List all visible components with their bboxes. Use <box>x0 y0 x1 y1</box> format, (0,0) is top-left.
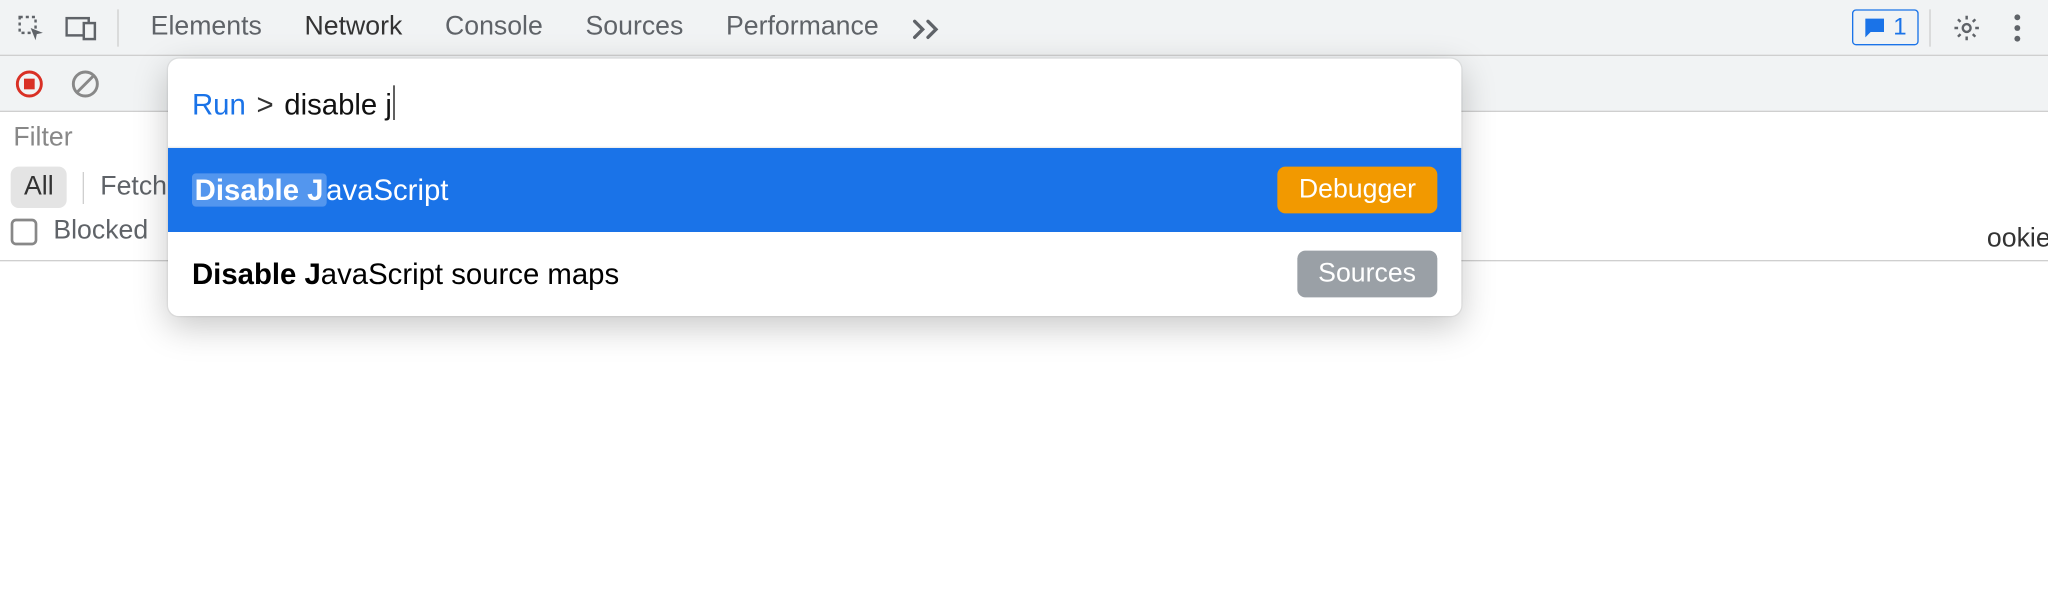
result-title: Disable JavaScript <box>192 173 448 208</box>
divider <box>83 171 84 203</box>
devtools-tabstrip: Elements Network Console Sources Perform… <box>0 0 2048 56</box>
issues-count: 1 <box>1893 13 1906 41</box>
truncated-text: ookie <box>1987 224 2048 255</box>
blocked-label: Blocked <box>53 216 148 247</box>
command-prompt[interactable]: Run > disable j <box>168 59 1461 148</box>
filter-chip-all[interactable]: All <box>11 167 67 208</box>
inspect-element-icon[interactable] <box>5 0 56 55</box>
command-input[interactable]: disable j <box>284 85 395 122</box>
tab-performance[interactable]: Performance <box>705 0 900 55</box>
tab-network[interactable]: Network <box>283 0 423 55</box>
filter-chip-fetch[interactable]: Fetch <box>100 172 167 203</box>
category-pill: Debugger <box>1278 167 1438 214</box>
tab-console[interactable]: Console <box>424 0 565 55</box>
divider <box>117 9 118 46</box>
tab-sources[interactable]: Sources <box>564 0 705 55</box>
blocked-checkbox[interactable] <box>11 218 38 245</box>
text-caret <box>393 85 395 120</box>
issues-badge[interactable]: 1 <box>1852 9 1919 45</box>
more-tabs-icon[interactable] <box>900 0 953 55</box>
tab-elements[interactable]: Elements <box>129 0 283 55</box>
record-stop-icon[interactable] <box>8 62 51 105</box>
chevron-right-icon: > <box>256 88 273 123</box>
kebab-menu-icon[interactable] <box>1992 0 2043 55</box>
run-label: Run <box>192 88 246 123</box>
category-pill: Sources <box>1297 251 1438 298</box>
message-icon <box>1864 17 1885 38</box>
settings-gear-icon[interactable] <box>1941 0 1992 55</box>
device-toolbar-icon[interactable] <box>56 0 107 55</box>
command-result[interactable]: Disable JavaScript Debugger <box>168 148 1461 232</box>
divider <box>1929 9 1930 46</box>
clear-icon[interactable] <box>64 62 107 105</box>
result-title: Disable JavaScript source maps <box>192 257 619 292</box>
command-result[interactable]: Disable JavaScript source maps Sources <box>168 232 1461 316</box>
command-palette: Run > disable j Disable JavaScript Debug… <box>168 59 1461 316</box>
